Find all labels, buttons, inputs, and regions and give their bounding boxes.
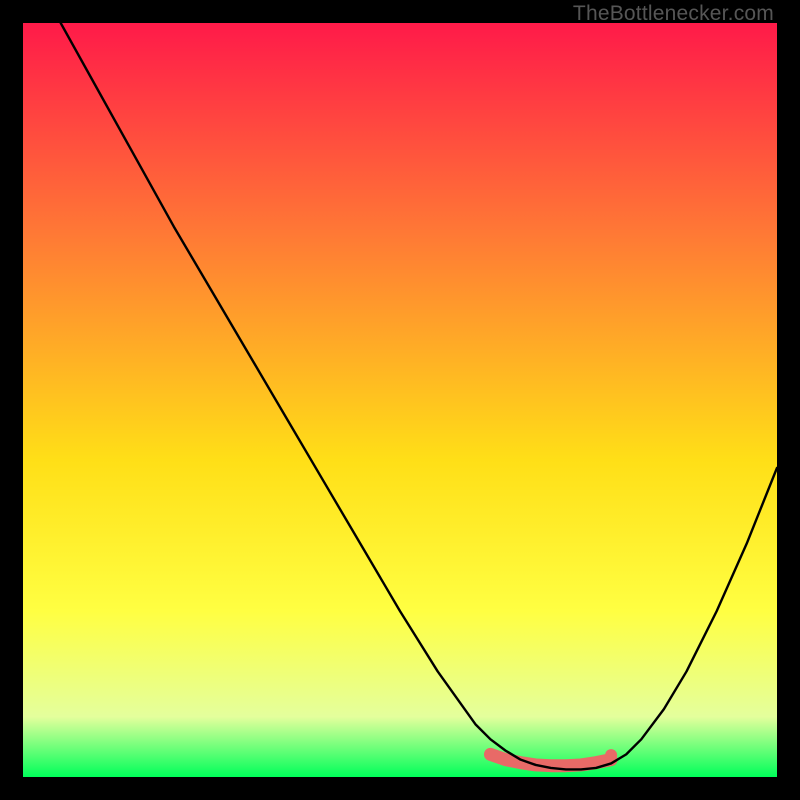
watermark-text: TheBottlenecker.com bbox=[573, 2, 774, 26]
chart-background bbox=[23, 23, 777, 777]
marker-dot bbox=[605, 749, 617, 761]
chart-frame bbox=[23, 23, 777, 777]
chart-svg bbox=[23, 23, 777, 777]
